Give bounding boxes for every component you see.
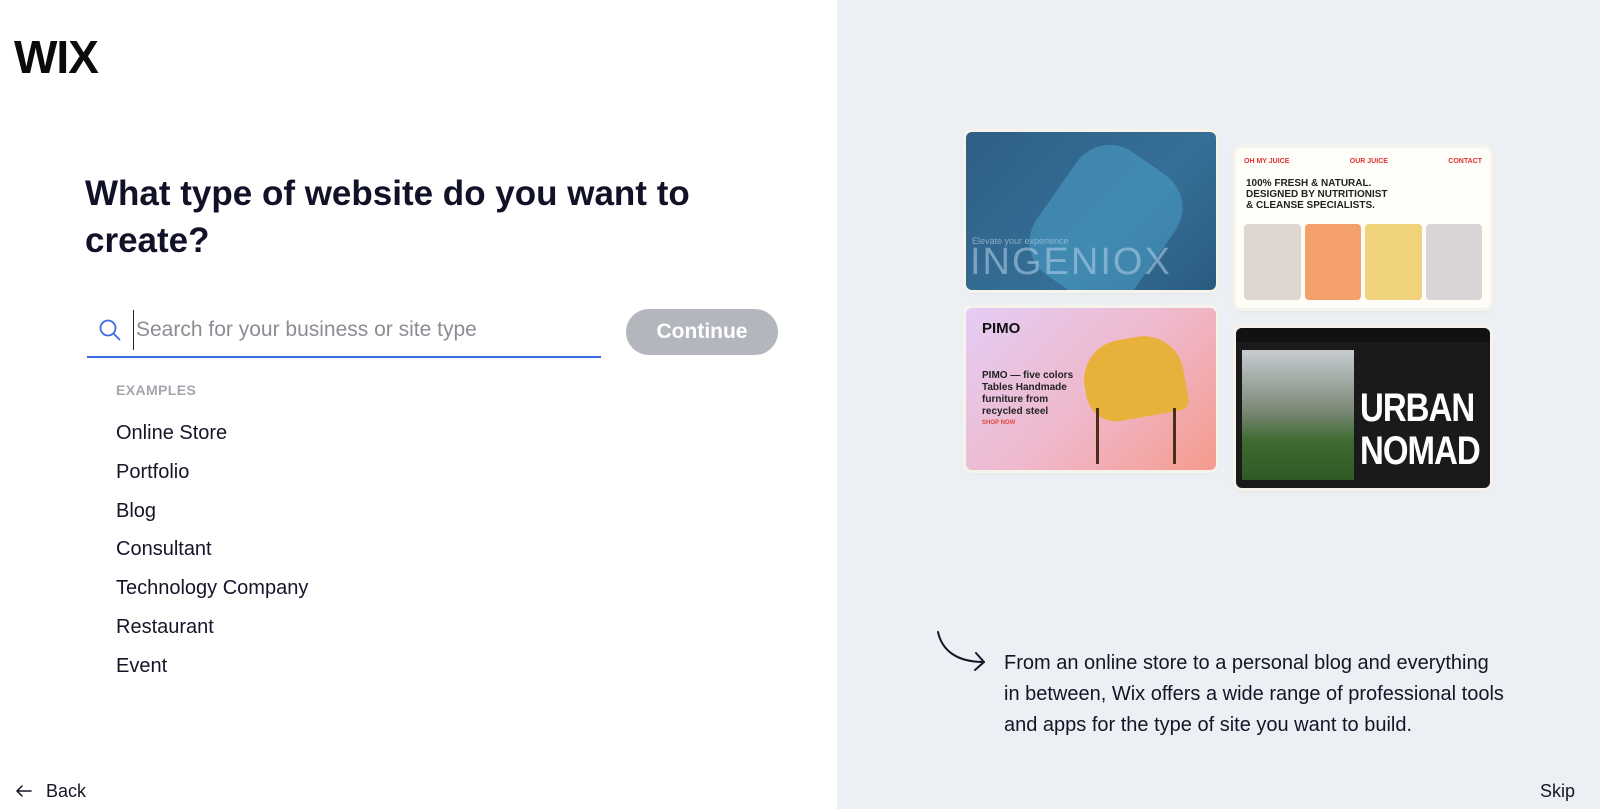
template-thumbnail-juice: OH MY JUICE OUR JUICE CONTACT 100% FRESH… (1236, 148, 1490, 308)
template-nav (1236, 328, 1490, 342)
juice-bottles-image (1244, 224, 1482, 300)
examples-list: Online Store Portfolio Blog Consultant T… (116, 414, 308, 686)
chair-legs-graphic (1096, 408, 1176, 464)
example-blog[interactable]: Blog (116, 492, 308, 531)
example-consultant[interactable]: Consultant (116, 530, 308, 569)
search-field[interactable] (87, 304, 601, 358)
template-headline: PIMO — five colors Tables Handmade furni… (982, 370, 1074, 417)
example-event[interactable]: Event (116, 647, 308, 686)
curved-arrow-icon (937, 631, 985, 671)
template-thumbnail-pimo: PIMO PIMO — five colors Tables Handmade … (966, 308, 1216, 470)
search-icon (97, 317, 123, 343)
examples-heading: EXAMPLES (116, 382, 197, 398)
back-button[interactable]: Back (16, 781, 86, 802)
template-brand: PIMO (982, 320, 1021, 337)
template-nav: OH MY JUICE OUR JUICE CONTACT (1244, 158, 1482, 165)
mountain-photo (1242, 350, 1354, 480)
template-cta: SHOP NOW (982, 420, 1016, 426)
template-brand: OH MY JUICE (1244, 158, 1290, 165)
back-label: Back (46, 781, 87, 801)
left-panel: WIX What type of website do you want to … (0, 0, 837, 809)
example-technology-company[interactable]: Technology Company (116, 569, 308, 608)
example-portfolio[interactable]: Portfolio (116, 453, 308, 492)
template-nav-item: OUR JUICE (1349, 158, 1388, 165)
skip-button[interactable]: Skip (1540, 781, 1575, 802)
template-contact: CONTACT (1448, 158, 1482, 165)
description-text: From an online store to a personal blog … (1004, 652, 1504, 736)
page-title: What type of website do you want to crea… (85, 174, 690, 260)
template-title: URBAN NOMAD (1360, 384, 1481, 473)
example-restaurant[interactable]: Restaurant (116, 608, 308, 647)
template-title: INGENIOX (970, 241, 1172, 283)
wix-logo[interactable]: WIX (14, 34, 99, 80)
example-online-store[interactable]: Online Store (116, 414, 308, 453)
template-thumbnail-ingeniox: Elevate your experience INGENIOX (966, 132, 1216, 290)
template-thumbnail-urban-nomad: URBAN NOMAD (1236, 328, 1490, 488)
continue-button[interactable]: Continue (626, 309, 778, 355)
arrow-left-icon (16, 781, 32, 802)
search-input[interactable] (133, 310, 601, 350)
template-headline: 100% FRESH & NATURAL. DESIGNED BY NUTRIT… (1246, 178, 1388, 211)
